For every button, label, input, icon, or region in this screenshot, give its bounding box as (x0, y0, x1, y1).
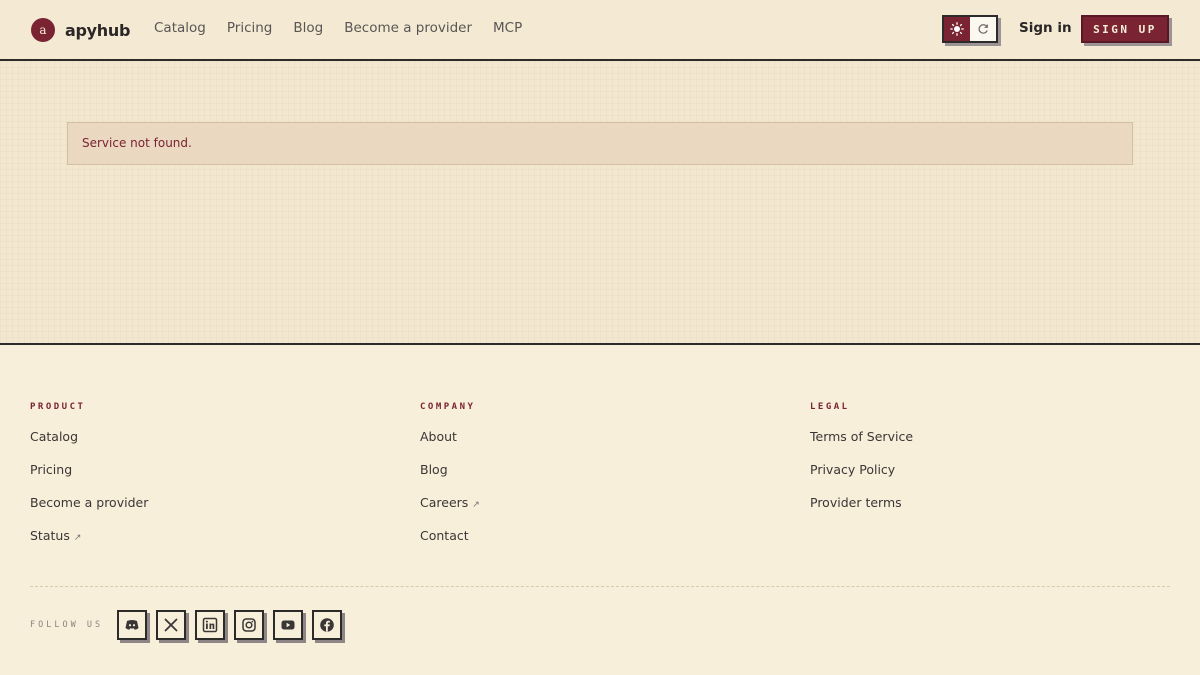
footer-link-terms[interactable]: Terms of Service (810, 429, 913, 446)
top-header: a apyhub Catalog Pricing Blog Become a p… (0, 0, 1200, 61)
social-links (117, 610, 351, 640)
footer-link-contact[interactable]: Contact (420, 528, 480, 545)
footer-legal-title: LEGAL (810, 402, 850, 412)
footer-legal-column: LEGAL Terms of Service Privacy Policy Pr… (810, 402, 913, 528)
instagram-icon (242, 618, 256, 632)
x-link[interactable] (156, 610, 186, 640)
site-footer: PRODUCT Catalog Pricing Become a provide… (0, 347, 1200, 675)
linkedin-link[interactable] (195, 610, 225, 640)
footer-product-title: PRODUCT (30, 402, 86, 412)
facebook-link[interactable] (312, 610, 342, 640)
x-icon (164, 618, 178, 632)
error-alert: Service not found. (67, 122, 1133, 165)
footer-link-about[interactable]: About (420, 429, 480, 446)
theme-toggle[interactable] (942, 15, 998, 43)
sign-up-button[interactable]: SIGN UP (1081, 15, 1169, 43)
main-nav: Catalog Pricing Blog Become a provider M… (154, 20, 543, 36)
logo-mark-icon: a (31, 18, 55, 42)
light-mode-option[interactable] (944, 17, 970, 41)
external-link-icon: ↗ (472, 500, 480, 510)
brand-logo[interactable]: a apyhub (31, 18, 130, 42)
main-content: Service not found. (0, 61, 1200, 345)
youtube-icon (281, 620, 295, 630)
footer-link-become-provider[interactable]: Become a provider (30, 495, 148, 512)
footer-company-title: COMPANY (420, 402, 476, 412)
brand-name: apyhub (65, 20, 131, 40)
footer-product-column: PRODUCT Catalog Pricing Become a provide… (30, 402, 148, 561)
footer-company-column: COMPANY About Blog Careers ↗ Contact (420, 402, 480, 561)
refresh-icon (978, 24, 988, 34)
nav-become-provider[interactable]: Become a provider (344, 20, 472, 36)
footer-link-provider-terms[interactable]: Provider terms (810, 495, 913, 512)
footer-link-careers[interactable]: Careers ↗ (420, 495, 480, 512)
sign-in-link[interactable]: Sign in (1019, 20, 1072, 36)
nav-mcp[interactable]: MCP (493, 20, 522, 36)
footer-link-status[interactable]: Status ↗ (30, 528, 148, 545)
facebook-icon (320, 618, 334, 632)
nav-pricing[interactable]: Pricing (227, 20, 273, 36)
linkedin-icon (202, 617, 218, 633)
instagram-link[interactable] (234, 610, 264, 640)
alert-message: Service not found. (82, 136, 192, 150)
nav-catalog[interactable]: Catalog (154, 20, 206, 36)
footer-link-catalog[interactable]: Catalog (30, 429, 148, 446)
youtube-link[interactable] (273, 610, 303, 640)
footer-link-privacy[interactable]: Privacy Policy (810, 462, 913, 479)
system-mode-option[interactable] (970, 17, 996, 41)
discord-icon (125, 620, 139, 630)
nav-blog[interactable]: Blog (293, 20, 323, 36)
sun-icon (950, 22, 964, 36)
footer-link-pricing[interactable]: Pricing (30, 462, 148, 479)
follow-us-label: FOLLOW US (30, 620, 104, 630)
footer-divider (30, 586, 1170, 587)
discord-link[interactable] (117, 610, 147, 640)
footer-link-blog[interactable]: Blog (420, 462, 480, 479)
external-link-icon: ↗ (73, 533, 82, 543)
